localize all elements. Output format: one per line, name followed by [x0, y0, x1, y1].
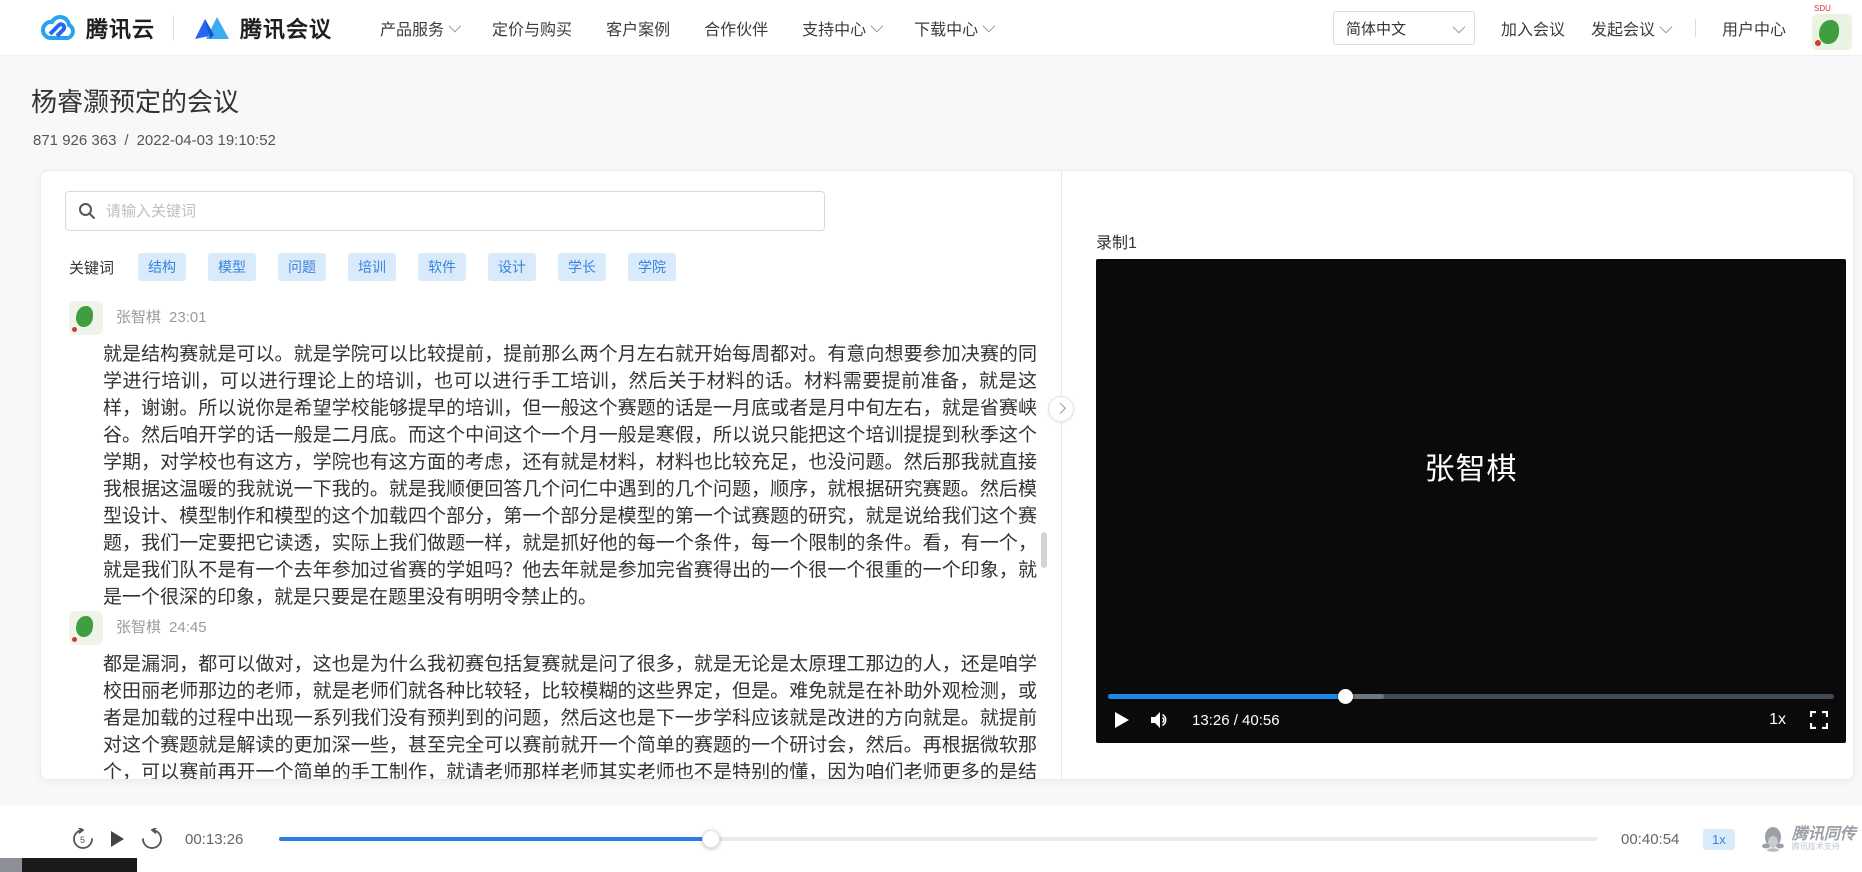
nav-item-download[interactable]: 下载中心 — [914, 16, 992, 40]
tencent-cloud-wordmark: 腾讯云 — [86, 12, 155, 44]
nav-item-pricing[interactable]: 定价与购买 — [492, 16, 572, 40]
player-play-button[interactable] — [110, 830, 125, 848]
keyword-search-box[interactable] — [65, 191, 825, 231]
keyword-tag[interactable]: 模型 — [208, 253, 256, 281]
current-time: 00:13:26 — [185, 831, 257, 848]
cloud-logo-icon — [36, 12, 78, 44]
message-timestamp[interactable]: 23:01 — [169, 301, 207, 335]
speaker-avatar — [69, 301, 103, 335]
penguin-logo-icon — [1761, 826, 1785, 852]
video-progress-thumb[interactable] — [1338, 689, 1353, 704]
speaker-name: 张智棋 — [116, 611, 161, 645]
playback-rate-badge[interactable]: 1x — [1703, 829, 1735, 850]
replay-5s-icon[interactable]: 5 — [72, 828, 94, 850]
user-avatar[interactable]: SDU — [1812, 6, 1848, 50]
message-meta: 张智棋 23:01 — [103, 301, 1037, 335]
message-text[interactable]: 都是漏洞，都可以做对，这也是为什么我初赛包括复赛就是问了很多，就是无论是太原理工… — [103, 651, 1037, 780]
keywords-label: 关键词 — [69, 257, 114, 278]
svg-text:5: 5 — [80, 835, 85, 845]
join-meeting-button[interactable]: 加入会议 — [1501, 16, 1565, 40]
avatar-note: SDU — [1814, 4, 1831, 13]
bottom-left-window-fragment — [0, 858, 137, 872]
chevron-down-icon — [983, 20, 996, 33]
keywords-row: 关键词 结构 模型 问题 培训 软件 设计 学长 学院 — [69, 253, 676, 281]
chevron-down-icon — [871, 20, 884, 33]
video-progress-bar[interactable] — [1108, 694, 1834, 699]
meeting-datetime: 2022-04-03 19:10:52 — [137, 132, 276, 149]
playback-slider[interactable] — [279, 837, 1597, 841]
keyword-tag[interactable]: 设计 — [488, 253, 536, 281]
chevron-down-icon — [449, 20, 462, 33]
speaker-name: 张智棋 — [116, 301, 161, 335]
video-playback-rate[interactable]: 1x — [1769, 711, 1786, 729]
transmart-brand: 腾讯同传 腾讯技术支持 — [1761, 826, 1856, 852]
brand-divider — [173, 15, 174, 41]
message-text[interactable]: 就是结构赛就是可以。就是学院可以比较提前，提前那么两个月左右就开始每周都对。有意… — [103, 341, 1037, 611]
start-meeting-button[interactable]: 发起会议 — [1591, 16, 1669, 40]
audio-player-bar: 5 00:13:26 00:40:54 1x 腾讯同传 腾讯技术支持 — [0, 806, 1862, 872]
video-play-button[interactable] — [1114, 711, 1130, 729]
meta-separator: / — [124, 132, 128, 149]
nav-item-cases[interactable]: 客户案例 — [606, 16, 670, 40]
keyword-tag[interactable]: 结构 — [138, 253, 186, 281]
keyword-tag[interactable]: 学长 — [558, 253, 606, 281]
nav-links: 产品服务 定价与购买 客户案例 合作伙伴 支持中心 下载中心 — [380, 16, 992, 40]
video-player[interactable]: 张智棋 13:26 / 40:56 1x — [1096, 259, 1846, 743]
player-buttons: 5 — [72, 828, 163, 850]
main-card: 关键词 结构 模型 问题 培训 软件 设计 学长 学院 张智棋 23:01 就是… — [40, 170, 1854, 780]
nav-item-products[interactable]: 产品服务 — [380, 16, 458, 40]
chevron-down-icon — [1660, 20, 1673, 33]
collapse-panel-button[interactable] — [1048, 396, 1074, 422]
tencent-meeting-logo[interactable]: 腾讯会议 — [192, 12, 332, 44]
search-icon — [78, 202, 96, 220]
brand-subtext: 腾讯技术支持 — [1792, 843, 1856, 852]
avatar-image — [1812, 14, 1852, 50]
search-input[interactable] — [106, 203, 812, 220]
keyword-tag[interactable]: 问题 — [278, 253, 326, 281]
video-progress-fill — [1108, 694, 1346, 699]
total-time: 00:40:54 — [1621, 831, 1697, 848]
meeting-id: 871 926 363 — [33, 132, 116, 149]
language-select[interactable]: 简体中文 — [1333, 11, 1475, 45]
nav-item-support[interactable]: 支持中心 — [802, 16, 880, 40]
tencent-cloud-logo[interactable]: 腾讯云 — [36, 12, 155, 44]
page-title: 杨睿灏预定的会议 — [31, 82, 239, 119]
volume-icon[interactable] — [1150, 711, 1172, 729]
brand-name: 腾讯同传 — [1792, 826, 1856, 844]
playback-fill — [279, 837, 711, 841]
transcript-message[interactable]: 张智棋 24:45 都是漏洞，都可以做对，这也是为什么我初赛包括复赛就是问了很多… — [69, 611, 1037, 780]
keyword-tag[interactable]: 培训 — [348, 253, 396, 281]
message-timestamp[interactable]: 24:45 — [169, 611, 207, 645]
user-center-button[interactable]: 用户中心 — [1722, 16, 1786, 40]
nav-item-partners[interactable]: 合作伙伴 — [704, 16, 768, 40]
keyword-tag[interactable]: 软件 — [418, 253, 466, 281]
video-controls: 13:26 / 40:56 1x — [1096, 703, 1846, 737]
playback-thumb[interactable] — [702, 830, 720, 848]
top-navbar: 腾讯云 腾讯会议 产品服务 定价与购买 客户案例 合作伙伴 支持中心 下载中心 … — [0, 0, 1862, 56]
message-meta: 张智棋 24:45 — [103, 611, 1037, 645]
nav-divider — [1695, 19, 1696, 37]
transcript-scrollbar[interactable] — [1041, 532, 1047, 568]
video-speaker-name: 张智棋 — [1096, 444, 1846, 488]
tencent-meeting-wordmark: 腾讯会议 — [240, 12, 332, 44]
brand-group: 腾讯云 腾讯会议 — [36, 12, 332, 44]
fullscreen-icon[interactable] — [1810, 711, 1828, 729]
nav-right: 简体中文 加入会议 发起会议 用户中心 SDU — [1333, 0, 1848, 56]
transcript-list[interactable]: 张智棋 23:01 就是结构赛就是可以。就是学院可以比较提前，提前那么两个月左右… — [69, 301, 1037, 780]
meeting-meta: 871 926 363 / 2022-04-03 19:10:52 — [33, 132, 276, 149]
forward-icon[interactable] — [141, 828, 163, 850]
speaker-avatar — [69, 611, 103, 645]
chevron-right-icon — [1055, 403, 1066, 414]
chevron-down-icon — [1453, 20, 1466, 33]
recording-label: 录制1 — [1096, 229, 1137, 253]
panel-divider — [1061, 171, 1062, 779]
keyword-tag[interactable]: 学院 — [628, 253, 676, 281]
transcript-message[interactable]: 张智棋 23:01 就是结构赛就是可以。就是学院可以比较提前，提前那么两个月左右… — [69, 301, 1037, 611]
video-time-display: 13:26 / 40:56 — [1192, 712, 1280, 729]
meeting-logo-icon — [192, 13, 232, 43]
